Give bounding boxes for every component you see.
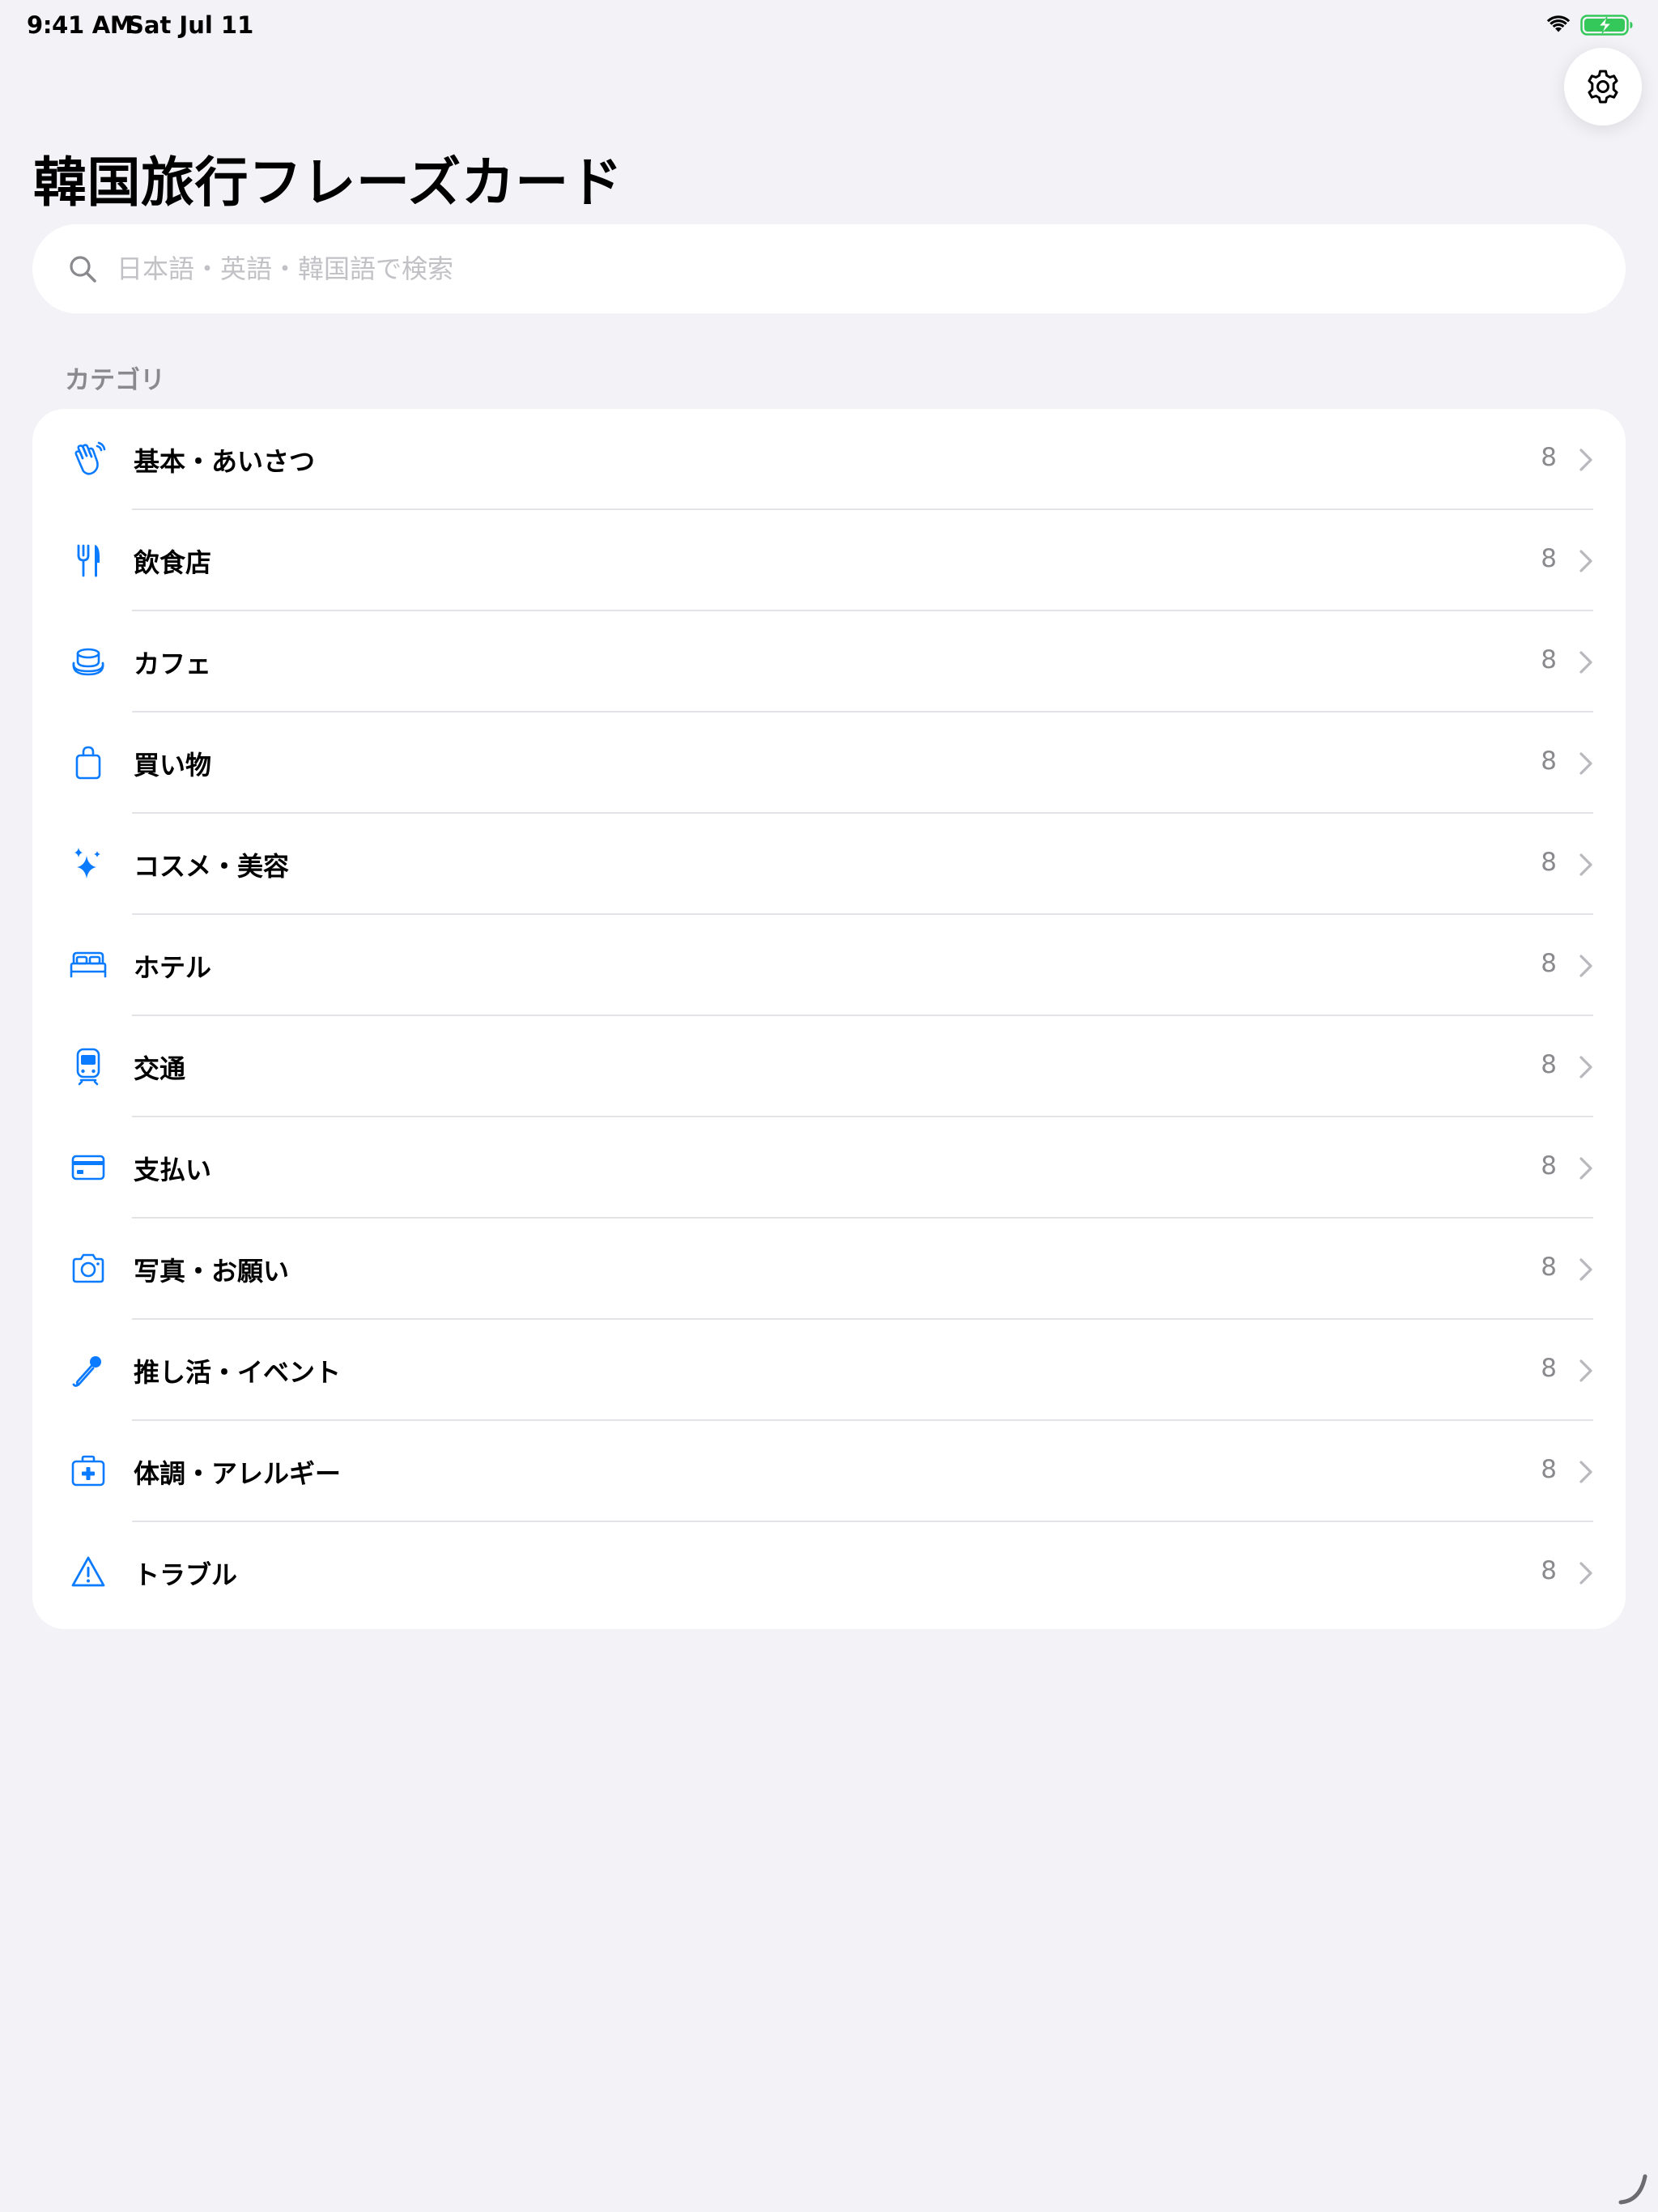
bed-icon	[70, 951, 107, 978]
shopping-bag-icon	[75, 746, 101, 780]
chevron-right-icon	[1579, 550, 1592, 572]
category-count: 8	[1541, 747, 1557, 776]
category-row-payment[interactable]: 支払い 8	[32, 1117, 1626, 1219]
chevron-right-icon	[1579, 449, 1592, 471]
category-label: カフェ	[134, 649, 212, 679]
chevron-right-icon	[1579, 853, 1592, 876]
category-label: 交通	[134, 1053, 186, 1084]
credit-card-icon	[71, 1155, 105, 1180]
category-row-basic[interactable]: 基本・あいさつ 8	[32, 409, 1626, 510]
category-row-cafe[interactable]: カフェ 8	[32, 611, 1626, 713]
category-row-transport[interactable]: 交通 8	[32, 1016, 1626, 1117]
category-count: 8	[1541, 1455, 1557, 1484]
category-label: ホテル	[134, 952, 212, 983]
category-row-trouble[interactable]: トラブル 8	[32, 1522, 1626, 1623]
microphone-icon	[72, 1356, 101, 1387]
cup-saucer-icon	[72, 648, 104, 676]
category-row-photo[interactable]: 写真・お願い 8	[32, 1219, 1626, 1320]
category-row-oshi-event[interactable]: 推し活・イベント 8	[32, 1320, 1626, 1421]
category-count: 8	[1541, 848, 1557, 877]
category-count: 8	[1541, 645, 1557, 674]
wifi-icon	[1546, 15, 1571, 32]
warning-triangle-icon	[71, 1556, 105, 1587]
fork-knife-icon	[77, 544, 100, 577]
page-title: 韓国旅行フレーズカード	[33, 151, 623, 214]
category-count: 8	[1541, 1354, 1557, 1383]
category-count: 8	[1541, 1050, 1557, 1079]
medical-bag-icon	[71, 1455, 105, 1487]
settings-button[interactable]	[1564, 48, 1642, 125]
chevron-right-icon	[1579, 1056, 1592, 1078]
category-label: 飲食店	[134, 547, 212, 578]
status-bar: 9:41 AM Sat Jul 11	[0, 0, 1658, 52]
battery-charging-icon	[1580, 15, 1633, 36]
chevron-right-icon	[1579, 1562, 1592, 1585]
search-bar[interactable]	[32, 224, 1626, 313]
status-time: 9:41 AM	[27, 11, 134, 39]
category-list: 基本・あいさつ 8 飲食店 8 カフェ 8 買い物 8 コスメ・美容 8 ホテル…	[32, 409, 1626, 1629]
category-count: 8	[1541, 1556, 1557, 1585]
category-count: 8	[1541, 1253, 1557, 1282]
chevron-right-icon	[1579, 1157, 1592, 1180]
category-row-cosmetics[interactable]: コスメ・美容 8	[32, 814, 1626, 915]
category-count: 8	[1541, 949, 1557, 978]
camera-icon	[72, 1253, 104, 1283]
corner-indicator-icon[interactable]	[1616, 2170, 1652, 2206]
gear-icon	[1588, 70, 1618, 104]
category-label: 体調・アレルギー	[134, 1458, 342, 1489]
chevron-right-icon	[1579, 955, 1592, 977]
chevron-right-icon	[1579, 1258, 1592, 1281]
category-label: トラブル	[134, 1559, 238, 1590]
category-count: 8	[1541, 1151, 1557, 1180]
tram-icon	[76, 1048, 100, 1086]
category-label: コスメ・美容	[134, 851, 290, 882]
category-label: 推し活・イベント	[134, 1357, 342, 1388]
category-row-restaurant[interactable]: 飲食店 8	[32, 510, 1626, 611]
section-header-categories: カテゴリ	[65, 366, 165, 395]
category-row-health[interactable]: 体調・アレルギー 8	[32, 1421, 1626, 1522]
category-label: 基本・あいさつ	[134, 446, 316, 477]
category-count: 8	[1541, 443, 1557, 472]
hands-clapping-icon	[74, 441, 106, 475]
chevron-right-icon	[1579, 752, 1592, 775]
sparkles-icon	[74, 848, 100, 878]
chevron-right-icon	[1579, 1359, 1592, 1382]
category-row-hotel[interactable]: ホテル 8	[32, 915, 1626, 1016]
category-count: 8	[1541, 544, 1557, 573]
status-date: Sat Jul 11	[127, 11, 254, 39]
category-label: 支払い	[134, 1155, 212, 1185]
search-input[interactable]	[117, 245, 1574, 293]
chevron-right-icon	[1579, 1461, 1592, 1483]
category-label: 買い物	[134, 750, 212, 781]
category-label: 写真・お願い	[134, 1256, 290, 1287]
category-row-shopping[interactable]: 買い物 8	[32, 713, 1626, 814]
search-icon	[70, 256, 96, 283]
chevron-right-icon	[1579, 651, 1592, 674]
